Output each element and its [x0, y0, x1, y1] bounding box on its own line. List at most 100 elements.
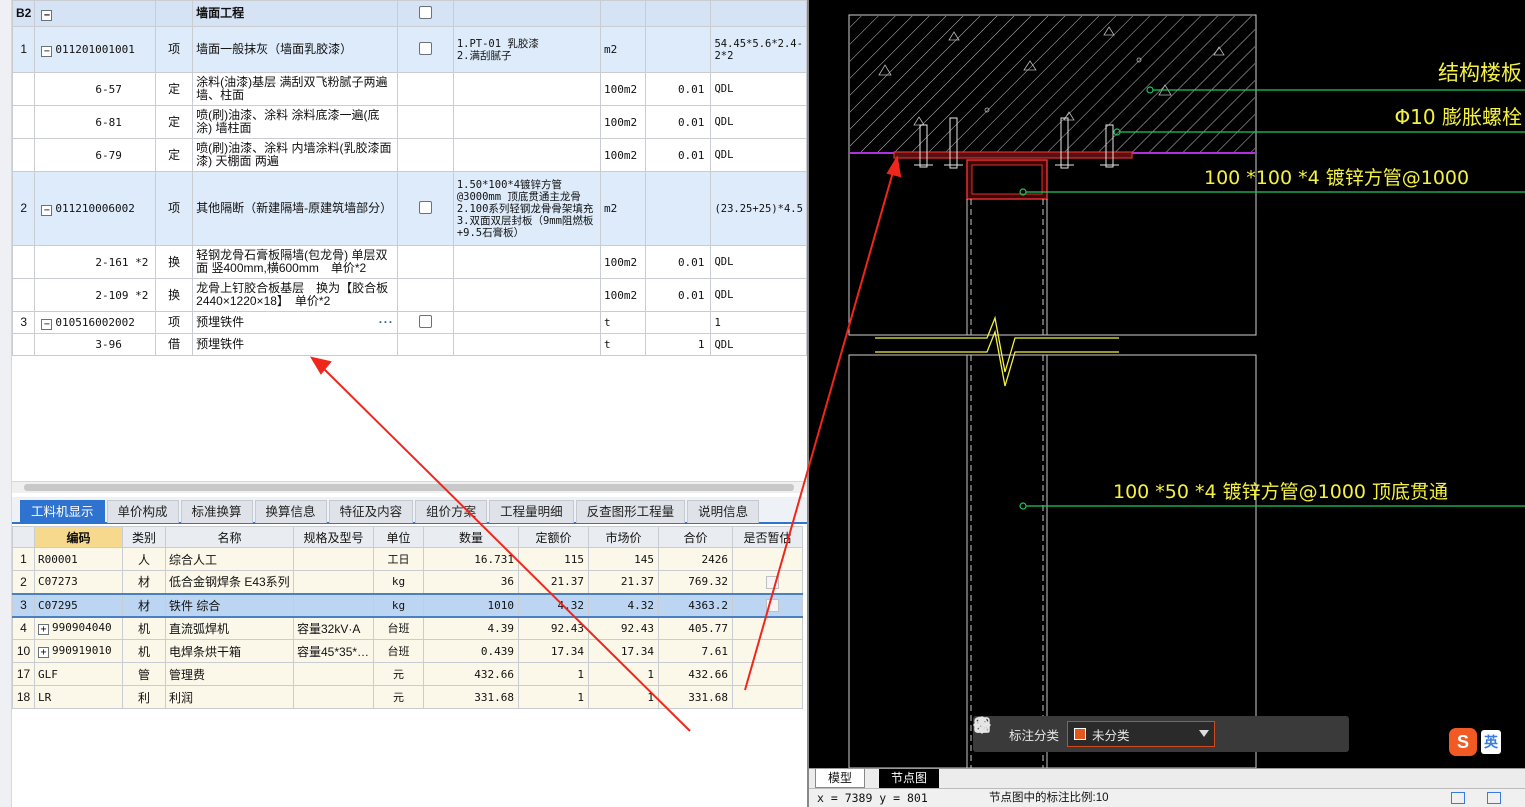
collapse-toggle[interactable]: − — [41, 204, 53, 216]
resource-row[interactable]: 18 LR 利利润元 331.68 1 1 331.68 — [12, 685, 803, 709]
collapse-toggle[interactable]: − — [41, 318, 53, 330]
tab-9[interactable]: 说明信息 — [687, 500, 760, 523]
resource-market-price[interactable]: 4.32 — [588, 592, 659, 618]
tab-4[interactable]: 换算信息 — [254, 500, 327, 523]
resource-quantity[interactable]: 432.66 — [423, 662, 519, 686]
tab-node-drawing[interactable]: 节点图 — [879, 769, 940, 788]
resource-name[interactable]: 利润 — [165, 685, 294, 709]
resource-market-price[interactable]: 1 — [588, 662, 659, 686]
bill-row[interactable]: 2−011210006002 项其他隔断（新建隔墙-原建筑墙部分） 1.50*100… — [11, 171, 807, 246]
resource-code[interactable]: C07295 — [34, 592, 123, 618]
column-header[interactable]: 合价 — [658, 526, 733, 548]
expand-toggle[interactable]: + — [38, 624, 49, 636]
column-header[interactable]: 名称 — [165, 526, 294, 548]
bill-row[interactable]: 6-81 定喷(刷)油漆、涂料 涂料底漆一遍(底涂) 墙柱面 100m2 0.01 QD… — [11, 105, 807, 139]
bill-row[interactable]: 6-57 定涂料(油漆)基层 满刮双飞粉腻子两遍 墙、柱面 100m2 0.01 QDL — [11, 72, 807, 106]
status-window-icon[interactable] — [1487, 792, 1501, 804]
bill-row[interactable]: 2-161 *2 换轻钢龙骨石膏板隔墙(包龙骨) 单层双面 竖400mm,横600… — [11, 245, 807, 279]
item-code[interactable]: − — [34, 0, 157, 27]
resource-name[interactable]: 管理费 — [165, 662, 294, 686]
resource-spec[interactable] — [293, 662, 374, 686]
item-code[interactable]: 6-81 — [34, 105, 157, 139]
more-button[interactable]: ··· — [379, 316, 394, 329]
resource-row[interactable]: 4 +990904040 机直流弧焊机 容量32kV·A 台班 4.39 92.43 92.4… — [12, 616, 803, 640]
paste-icon[interactable] — [975, 716, 1335, 745]
column-header[interactable]: 规格及型号 — [293, 526, 374, 548]
item-code[interactable]: 6-57 — [34, 72, 157, 106]
bill-row[interactable]: 6-79 定喷(刷)油漆、涂料 内墙涂料(乳胶漆面漆) 天棚面 两遍 100m2 0.… — [11, 138, 807, 172]
resource-spec[interactable]: 容量45*35*… — [293, 639, 374, 663]
resource-row[interactable]: 17 GLF 管管理费元 432.66 1 1 432.66 — [12, 662, 803, 686]
lock-cell[interactable] — [396, 26, 454, 73]
item-name[interactable]: 喷(刷)油漆、涂料 内墙涂料(乳胶漆面漆) 天棚面 两遍 — [192, 138, 398, 172]
resource-spec[interactable] — [293, 685, 374, 709]
resource-spec[interactable] — [293, 570, 374, 594]
row-checkbox[interactable] — [418, 5, 432, 19]
resource-row[interactable]: 3 C07295 材铁件 综合 kg 1010 4.32 4.32 4363.2 — [12, 592, 803, 618]
tab-7[interactable]: 工程量明细 — [489, 500, 574, 523]
item-name[interactable]: 预埋铁件 — [192, 333, 398, 356]
resource-market-price[interactable]: 17.34 — [588, 639, 659, 663]
column-header[interactable]: 单位 — [373, 526, 424, 548]
resource-quantity[interactable]: 0.439 — [423, 639, 519, 663]
item-code[interactable]: −011201001001 — [34, 26, 157, 73]
item-name[interactable]: 其他隔断（新建隔墙-原建筑墙部分） — [192, 171, 398, 246]
bill-row[interactable]: 1−011201001001 项墙面一般抹灰（墙面乳胶漆） 1.PT-01 乳胶漆 … — [11, 26, 807, 73]
resource-spec[interactable] — [293, 592, 374, 618]
category-select[interactable]: 未分类 — [1067, 721, 1216, 747]
column-header[interactable]: 定额价 — [518, 526, 589, 548]
provisional-cell[interactable] — [732, 570, 803, 594]
tab-model[interactable]: 模型 — [815, 769, 866, 788]
row-checkbox[interactable] — [418, 41, 432, 55]
cad-detail-viewport[interactable]: 结构楼板 Φ10 膨胀螺栓 100 *100 *4 镀锌方管@1000 100 … — [807, 0, 1525, 807]
resource-market-price[interactable]: 145 — [588, 547, 659, 571]
status-toggle-icon[interactable] — [1451, 792, 1465, 804]
bill-row[interactable]: 3-96 借预埋铁件 t 1 QDL — [11, 333, 807, 356]
item-name[interactable]: 轻钢龙骨石膏板隔墙(包龙骨) 单层双面 竖400mm,横600mm 单价*2 — [192, 245, 398, 279]
resource-code[interactable]: LR — [34, 685, 123, 709]
lock-cell[interactable] — [396, 311, 454, 334]
resource-name[interactable]: 电焊条烘干箱 — [165, 639, 294, 663]
resource-name[interactable]: 低合金钢焊条 E43系列 — [165, 570, 294, 594]
row-checkbox[interactable] — [418, 314, 432, 328]
tab-8[interactable]: 反查图形工程量 — [575, 500, 686, 523]
item-code[interactable]: 2-161 *2 — [34, 245, 157, 279]
resource-code[interactable]: C07273 — [34, 570, 123, 594]
column-header[interactable]: 数量 — [423, 526, 519, 548]
expand-toggle[interactable]: + — [38, 647, 49, 658]
row-checkbox[interactable] — [418, 200, 432, 214]
resource-row[interactable]: 2 C07273 材低合金钢焊条 E43系列 kg 36 21.37 21.37 769.32 — [12, 570, 803, 594]
tab-5[interactable]: 特征及内容 — [328, 500, 414, 523]
resource-spec[interactable] — [293, 547, 374, 571]
resource-quantity[interactable]: 36 — [423, 570, 519, 594]
resource-row[interactable]: 10 +990919010 机电焊条烘干箱 容量45*35*… 台班 0.439 17.34… — [12, 639, 803, 663]
column-header[interactable]: 编码 — [34, 526, 123, 548]
edit-icon[interactable] — [976, 719, 1245, 745]
tab-1[interactable]: 工料机显示 — [20, 500, 105, 523]
bill-row[interactable]: 2-109 *2 换龙骨上钉胶合板基层 换为【胶合板 2440×1220×18】 … — [11, 278, 807, 312]
move-icon[interactable] — [973, 716, 1275, 745]
column-header[interactable]: 是否暂估 — [732, 526, 803, 548]
item-code[interactable]: −010516002002 — [34, 311, 157, 334]
resource-row[interactable]: 1 R00001 人综合人工 工日 16.731 115 145 2426 — [12, 547, 803, 571]
tab-2[interactable]: 单价构成 — [106, 500, 179, 523]
resource-code[interactable]: +990919010 — [34, 639, 123, 663]
ime-mode[interactable]: 英 — [1481, 730, 1501, 754]
resource-market-price[interactable]: 92.43 — [588, 616, 659, 640]
horizontal-scrollbar[interactable] — [12, 481, 807, 493]
provisional-cell[interactable] — [732, 592, 803, 618]
resource-name[interactable]: 铁件 综合 — [165, 592, 294, 618]
lock-cell[interactable] — [396, 0, 454, 27]
provisional-checkbox[interactable] — [766, 575, 779, 589]
column-header[interactable]: 市场价 — [588, 526, 659, 548]
tab-3[interactable]: 标准换算 — [180, 500, 253, 523]
lock-cell[interactable] — [396, 171, 454, 246]
tab-6[interactable]: 组价方案 — [415, 500, 488, 523]
item-code[interactable]: 6-79 — [34, 138, 157, 172]
resource-spec[interactable]: 容量32kV·A — [293, 616, 374, 640]
item-name[interactable]: ··· 预埋铁件 — [192, 311, 398, 334]
resource-code[interactable]: +990904040 — [34, 616, 123, 640]
item-name[interactable]: 喷(刷)油漆、涂料 涂料底漆一遍(底涂) 墙柱面 — [192, 105, 398, 139]
resource-market-price[interactable]: 1 — [588, 685, 659, 709]
resource-quantity[interactable]: 16.731 — [423, 547, 519, 571]
